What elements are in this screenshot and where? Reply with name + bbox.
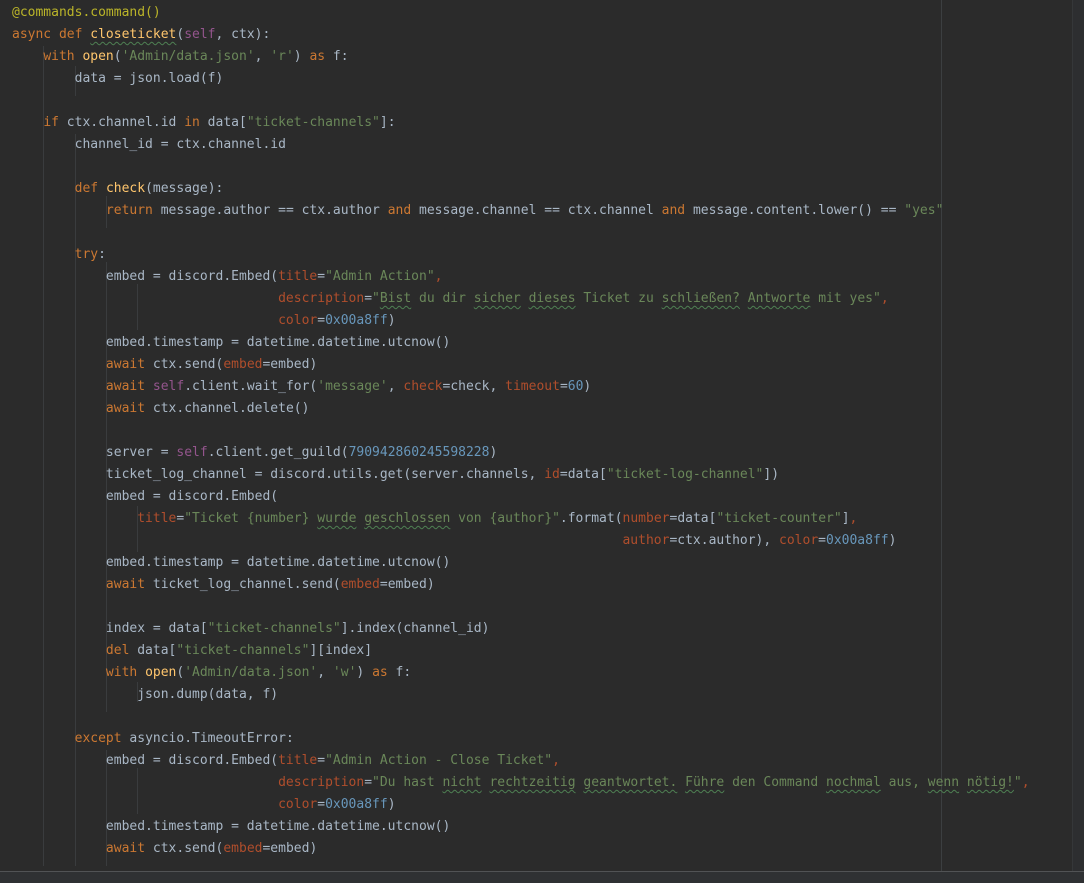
code-line: index = data["ticket-channels"].index(ch… [12, 621, 490, 636]
scrollbar-track[interactable] [1072, 0, 1084, 871]
code-line: await ctx.send(embed=embed) [105, 357, 318, 372]
code-line: except asyncio.TimeoutError: [74, 731, 294, 746]
code-line: with open('Admin/data.json', 'w') as f: [105, 665, 412, 680]
code-line: return message.author == ctx.author and … [105, 203, 944, 218]
code-line: data = json.load(f) [12, 71, 224, 86]
code-line: embed.timestamp = datetime.datetime.utcn… [12, 819, 451, 834]
code-line: await ticket_log_channel.send(embed=embe… [105, 577, 435, 592]
code-line: async def closeticket(self, ctx): [12, 27, 271, 42]
code-line: embed.timestamp = datetime.datetime.utcn… [12, 335, 451, 350]
code-line: embed.timestamp = datetime.datetime.utcn… [12, 555, 451, 570]
code-line: channel_id = ctx.channel.id [12, 137, 286, 152]
code-line: title="Ticket {number} wurde geschlossen… [137, 511, 858, 526]
code-line: def check(message): [74, 181, 224, 196]
code-line: embed = discord.Embed(title="Admin Actio… [12, 269, 443, 284]
code-line: color=0x00a8ff) [278, 313, 396, 328]
code-line: if ctx.channel.id in data["ticket-channe… [43, 115, 396, 130]
bottom-panel [0, 871, 1084, 883]
code-line: json.dump(data, f) [12, 687, 279, 702]
code-line: with open('Admin/data.json', 'r') as f: [43, 49, 349, 64]
code-line: @commands.command() [12, 5, 161, 20]
code-line: ticket_log_channel = discord.utils.get(s… [12, 467, 780, 482]
code-line: try: [74, 247, 106, 262]
code-line: del data["ticket-channels"][index] [105, 643, 373, 658]
code-line: embed = discord.Embed(title="Admin Actio… [12, 753, 560, 768]
code-line: await self.client.wait_for('message', ch… [105, 379, 592, 394]
code-line: server = self.client.get_guild(790942860… [12, 445, 498, 460]
code-line: embed = discord.Embed( [12, 489, 279, 504]
code-line: description="Du hast nicht rechtzeitig g… [278, 775, 1030, 790]
code-editor-window: @commands.command() async def closeticket… [0, 0, 1084, 883]
code-line: author=ctx.author), color=0x00a8ff) [622, 533, 897, 548]
code-line: await ctx.send(embed=embed) [105, 841, 318, 856]
code-line: description="Bist du dir sicher dieses T… [278, 291, 889, 306]
code-line: color=0x00a8ff) [278, 797, 396, 812]
editor-surface[interactable]: @commands.command() async def closeticket… [0, 0, 1084, 871]
code-line: await ctx.channel.delete() [105, 401, 310, 416]
